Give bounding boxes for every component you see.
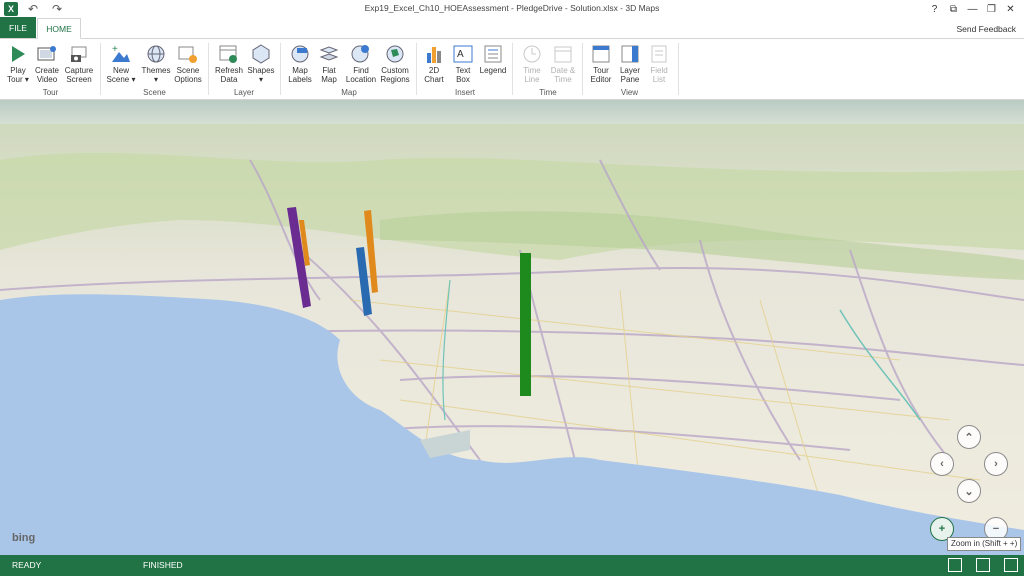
svg-text:A: A: [457, 49, 464, 60]
play-tour-button[interactable]: Play Tour ▾: [6, 43, 30, 84]
divider: [512, 43, 513, 95]
tour-editor-icon: [590, 43, 612, 65]
divider: [582, 43, 583, 95]
tilt-up-button[interactable]: ⌃: [957, 425, 981, 449]
status-bar: READY FINISHED: [0, 555, 1024, 576]
tab-home[interactable]: HOME: [37, 18, 81, 39]
divider: [280, 43, 281, 95]
create-video-button[interactable]: Create Video: [33, 43, 61, 84]
scene-options-button[interactable]: Scene Options: [173, 43, 203, 84]
status-ready: READY: [12, 560, 42, 570]
divider: [678, 43, 679, 95]
redo-button[interactable]: ↷: [48, 1, 66, 17]
window-title: Exp19_Excel_Ch10_HOEAssessment - PledgeD…: [364, 3, 660, 13]
globe-icon: [145, 43, 167, 65]
custom-regions-icon: [384, 43, 406, 65]
text-box-button[interactable]: A Text Box: [451, 43, 475, 84]
rotate-left-button[interactable]: ‹: [930, 452, 954, 476]
screenshot-icon[interactable]: [948, 558, 962, 572]
group-label-layer: Layer: [233, 88, 254, 97]
shapes-icon: [250, 43, 272, 65]
group-label-view: View: [620, 88, 639, 97]
bar-chart-icon: [423, 43, 445, 65]
capture-screen-button[interactable]: Capture Screen: [63, 43, 95, 84]
minimize-button[interactable]: —: [963, 0, 982, 18]
divider: [208, 43, 209, 95]
close-button[interactable]: ✕: [1001, 0, 1020, 18]
ribbon-tabs: FILE HOME Send Feedback: [0, 17, 1024, 39]
layer-pane-icon: [619, 43, 641, 65]
fullscreen-icon[interactable]: [1004, 558, 1018, 572]
camera-icon: [68, 43, 90, 65]
refresh-icon: [218, 43, 240, 65]
calendar-icon: [552, 43, 574, 65]
field-list-icon: [648, 43, 670, 65]
ribbon-display-options-button[interactable]: ⧉: [944, 0, 963, 18]
tilt-down-button[interactable]: ⌄: [957, 479, 981, 503]
help-button[interactable]: ?: [925, 0, 944, 18]
date-time-button[interactable]: Date & Time: [548, 43, 578, 84]
themes-button[interactable]: Themes ▾: [141, 43, 171, 84]
fit-view-icon[interactable]: [976, 558, 990, 572]
scene-options-icon: [177, 43, 199, 65]
svg-text:+: +: [112, 44, 118, 55]
find-location-button[interactable]: Find Location: [344, 43, 378, 84]
new-scene-button[interactable]: + New Scene ▾: [106, 43, 136, 84]
send-feedback-link[interactable]: Send Feedback: [956, 24, 1016, 34]
map-labels-button[interactable]: Map Labels: [286, 43, 314, 84]
maximize-button[interactable]: ❐: [982, 0, 1001, 18]
custom-regions-button[interactable]: Custom Regions: [378, 43, 412, 84]
title-bar: X ↶ ↷ Exp19_Excel_Ch10_HOEAssessment - P…: [0, 0, 1024, 18]
ribbon: Play Tour ▾ Create Video Capture Screen Tou…: [0, 39, 1024, 100]
map-canvas[interactable]: bing ⌃ ‹ › ⌄ + − Zoom in (Shift + +): [0, 100, 1024, 555]
layer-pane-button[interactable]: Layer Pane: [617, 43, 643, 84]
group-label-tour: Tour: [42, 88, 59, 97]
text-box-icon: A: [452, 43, 474, 65]
group-label-scene: Scene: [143, 88, 166, 97]
time-line-button[interactable]: Time Line: [518, 43, 546, 84]
group-label-time: Time: [539, 88, 557, 97]
data-columns: [287, 207, 531, 396]
refresh-data-button[interactable]: Refresh Data: [213, 43, 245, 84]
legend-button[interactable]: Legend: [478, 43, 508, 76]
2d-chart-button[interactable]: 2D Chart: [422, 43, 446, 84]
bing-logo: bing: [12, 532, 36, 544]
new-scene-icon: +: [110, 43, 132, 65]
rotate-right-button[interactable]: ›: [984, 452, 1008, 476]
undo-button[interactable]: ↶: [24, 1, 42, 17]
field-list-button[interactable]: Field List: [646, 43, 672, 84]
play-icon: [7, 43, 29, 65]
shapes-button[interactable]: Shapes ▾: [247, 43, 275, 84]
column-green[interactable]: [520, 253, 531, 396]
flat-map-icon: [318, 43, 340, 65]
group-label-map: Map: [341, 88, 357, 97]
tab-file[interactable]: FILE: [0, 17, 36, 38]
group-label-insert: Insert: [454, 88, 475, 97]
status-finished: FINISHED: [143, 560, 183, 570]
zoom-tooltip: Zoom in (Shift + +): [947, 537, 1022, 551]
divider: [416, 43, 417, 95]
legend-icon: [482, 43, 504, 65]
video-icon: [36, 43, 58, 65]
excel-icon: X: [4, 2, 18, 16]
flat-map-button[interactable]: Flat Map: [316, 43, 342, 84]
divider: [100, 43, 101, 95]
clock-icon: [521, 43, 543, 65]
location-pin-icon: [350, 43, 372, 65]
map-labels-icon: [289, 43, 311, 65]
tour-editor-button[interactable]: Tour Editor: [587, 43, 615, 84]
